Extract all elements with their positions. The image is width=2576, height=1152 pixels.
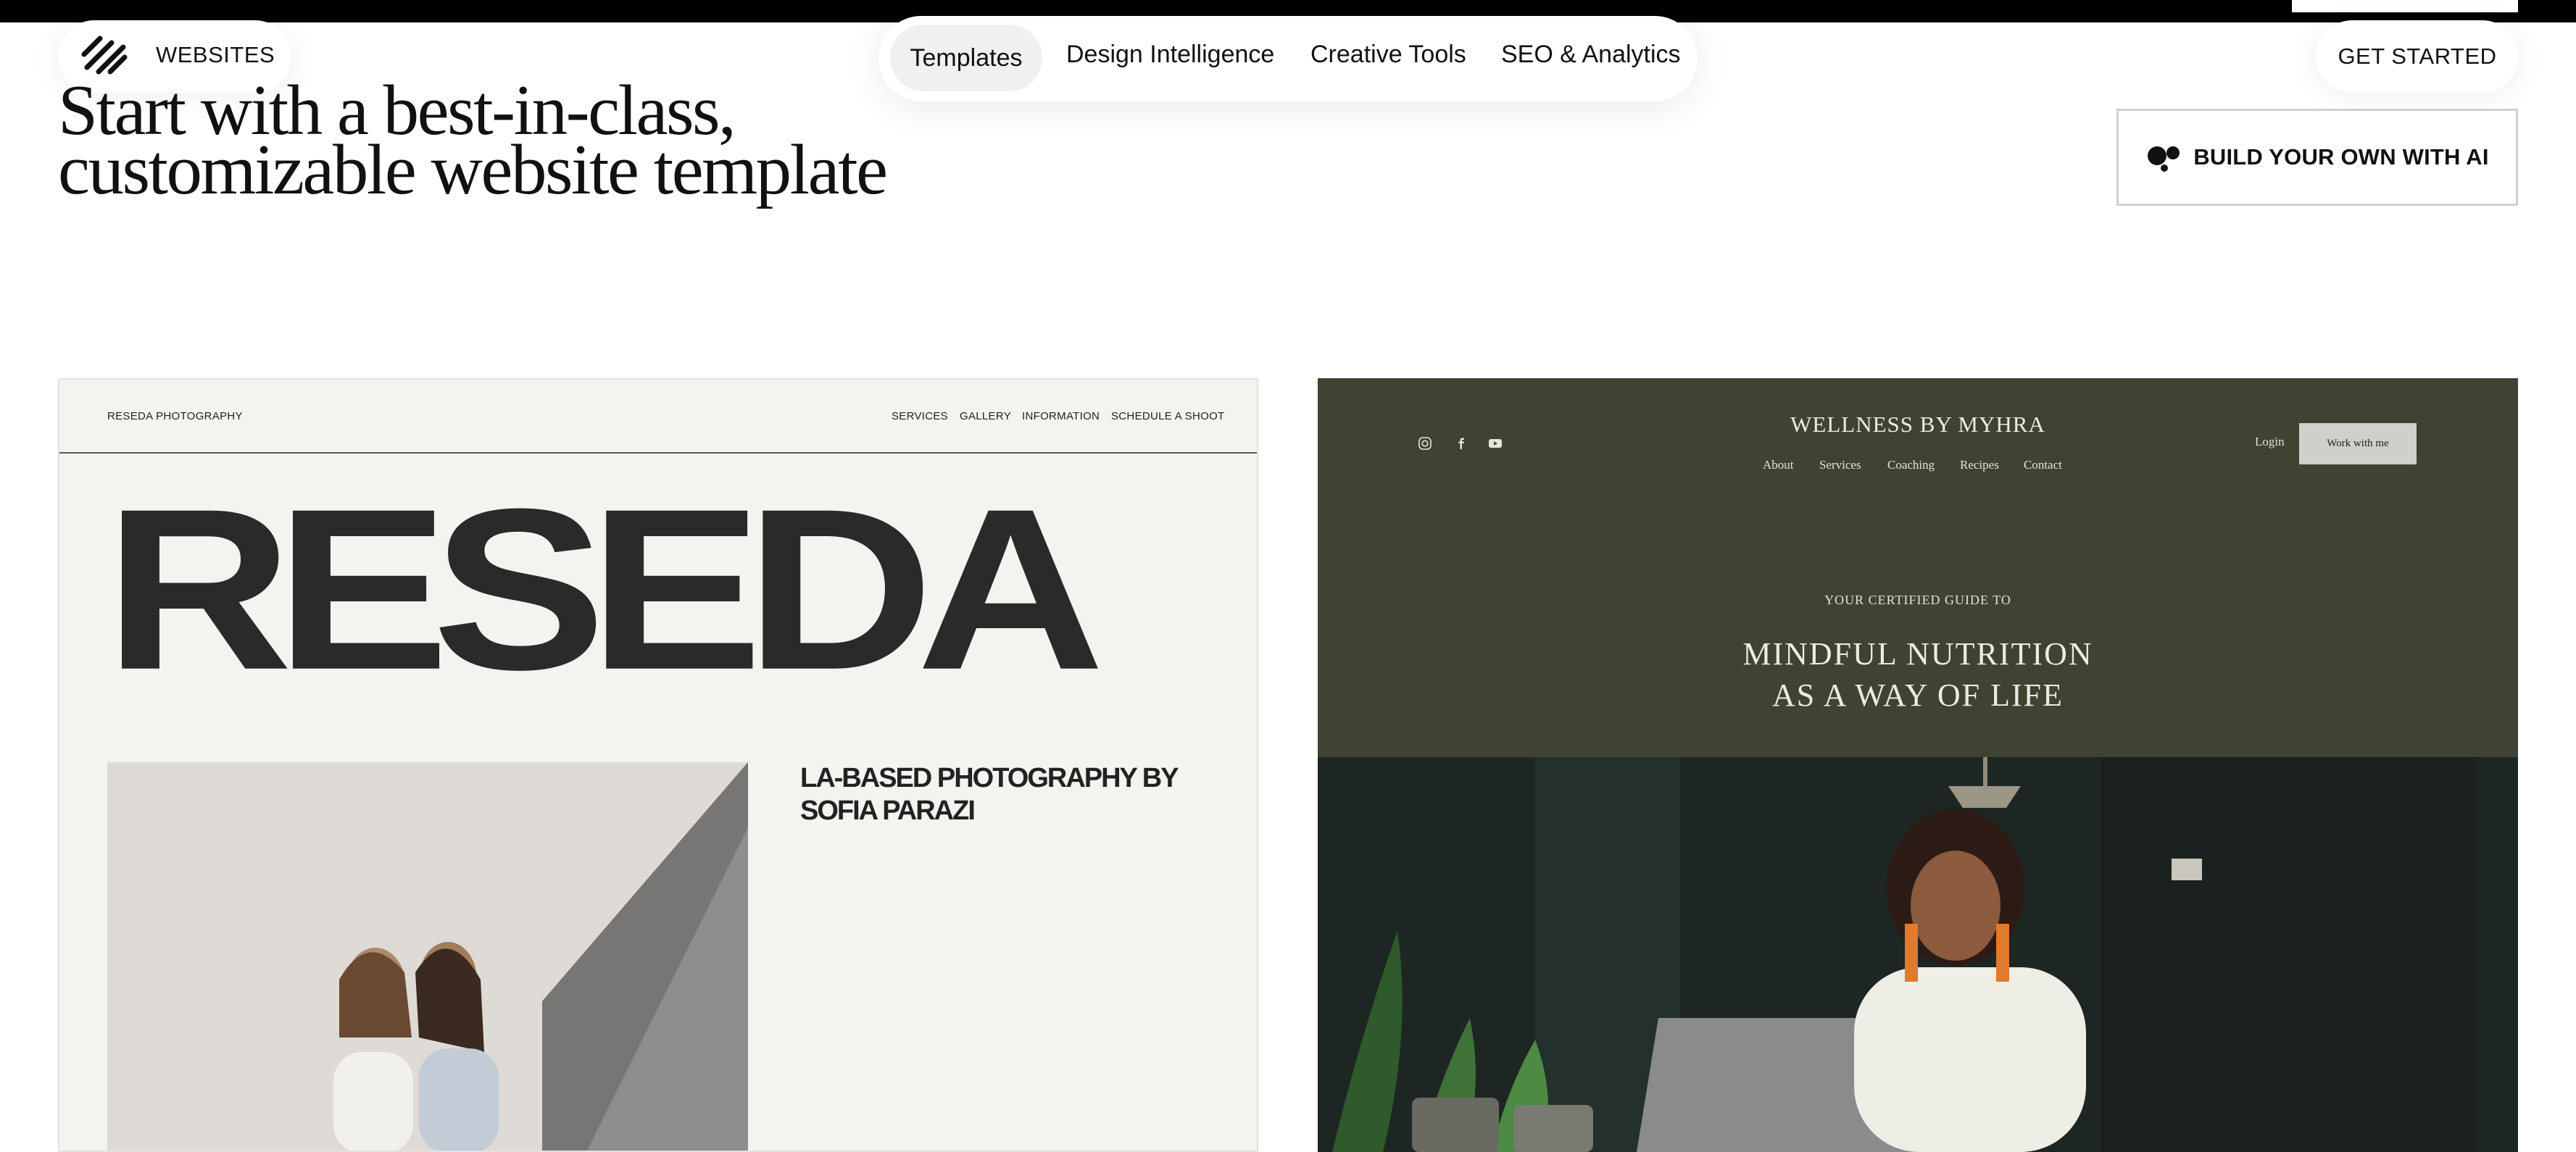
nav-creative-tools[interactable]: Creative Tools bbox=[1310, 41, 1466, 69]
instagram-icon bbox=[1418, 437, 1432, 450]
websites-label[interactable]: WEBSITES bbox=[156, 42, 275, 68]
facebook-icon bbox=[1458, 438, 1464, 449]
reseda-tagline: LA-BASED PHOTOGRAPHY BY SOFIA PARAZI bbox=[800, 762, 1235, 827]
wellness-eyebrow: YOUR CERTIFIED GUIDE TO bbox=[1824, 593, 2011, 607]
nav-design-intelligence[interactable]: Design Intelligence bbox=[1066, 41, 1274, 69]
reseda-tagline-line2: SOFIA PARAZI bbox=[800, 796, 976, 826]
reseda-photo-art bbox=[333, 762, 748, 1151]
build-with-ai-button[interactable]: BUILD YOUR OWN WITH AI bbox=[2116, 109, 2518, 206]
wellness-headline: MINDFUL NUTRITION AS A WAY OF LIFE bbox=[1318, 633, 2518, 716]
reseda-divider bbox=[59, 452, 1257, 454]
wellness-photo-art bbox=[1318, 757, 2518, 1152]
reseda-tagline-line1: LA-BASED PHOTOGRAPHY BY bbox=[800, 763, 1179, 793]
nav-templates-label: Templates bbox=[910, 43, 1023, 72]
page-title-line2: customizable website template bbox=[58, 130, 888, 209]
ai-dots-icon bbox=[2148, 146, 2180, 172]
wellness-photo bbox=[1318, 757, 2518, 1152]
build-with-ai-label: BUILD YOUR OWN WITH AI bbox=[2193, 144, 2489, 170]
reseda-nav-schedule: SCHEDULE A SHOOT bbox=[1111, 410, 1225, 422]
wellness-login: Login bbox=[2255, 435, 2285, 448]
page-title: Start with a best-in-class, customizable… bbox=[58, 75, 1073, 209]
template-card-reseda[interactable]: RESEDA PHOTOGRAPHY SERVICES GALLERY INFO… bbox=[58, 378, 1258, 1152]
wellness-nav-recipes: Recipes bbox=[1960, 458, 1999, 472]
wellness-nav-services: Services bbox=[1819, 458, 1861, 472]
get-started-button[interactable]: GET STARTED bbox=[2316, 20, 2519, 93]
wellness-headline-line2: AS A WAY OF LIFE bbox=[1771, 677, 2064, 713]
wellness-nav-about: About bbox=[1763, 458, 1794, 472]
wellness-nav-contact: Contact bbox=[2024, 458, 2062, 472]
reseda-hero-wordmark: RESEDA bbox=[104, 461, 1105, 718]
reseda-nav-services: SERVICES bbox=[892, 410, 948, 422]
wellness-headline-line1: MINDFUL NUTRITION bbox=[1742, 636, 2093, 672]
reseda-photo bbox=[107, 762, 748, 1151]
nav-seo-analytics[interactable]: SEO & Analytics bbox=[1501, 41, 1681, 69]
template-card-wellness[interactable]: WELLNESS BY MYHRA About Services Coachin… bbox=[1318, 378, 2518, 1152]
reseda-nav-information: INFORMATION bbox=[1022, 410, 1100, 422]
reseda-nav-gallery: GALLERY bbox=[960, 410, 1012, 422]
reseda-brand: RESEDA PHOTOGRAPHY bbox=[107, 410, 243, 422]
wellness-work-button: Work with me bbox=[2299, 423, 2417, 464]
top-bar-tab[interactable] bbox=[2292, 0, 2518, 12]
wellness-nav-coaching: Coaching bbox=[1887, 458, 1935, 472]
youtube-icon bbox=[1489, 439, 1502, 448]
